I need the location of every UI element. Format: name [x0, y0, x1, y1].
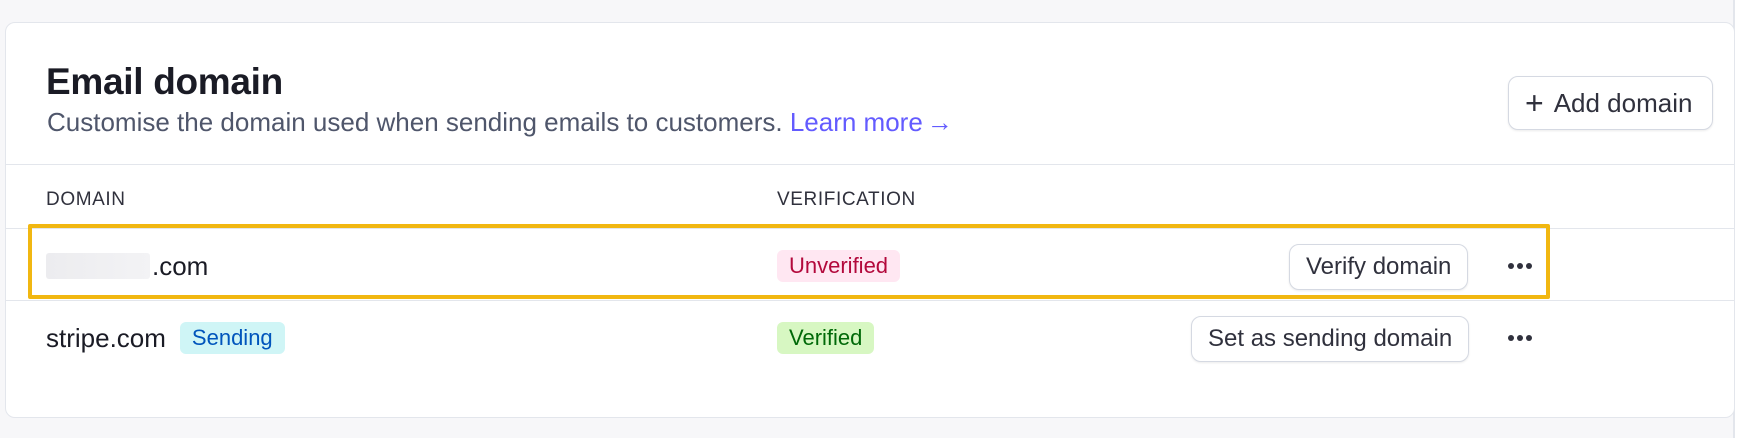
learn-more-link[interactable]: Learn more → [790, 107, 953, 137]
status-badge-sending: Sending [179, 322, 285, 354]
domain-cell: .com [46, 230, 208, 302]
verification-cell: Unverified [777, 230, 901, 302]
add-domain-button[interactable]: + Add domain [1508, 76, 1714, 130]
table-row: stripe.com Sending Verified Set as sendi… [6, 302, 1734, 374]
description-text: Customise the domain used when sending e… [47, 107, 783, 137]
plus-icon: + [1525, 85, 1544, 121]
table-header-divider [6, 228, 1734, 229]
verification-cell: Verified [777, 302, 875, 374]
arrow-right-icon: → [926, 107, 953, 137]
column-header-domain: DOMAIN [46, 189, 126, 210]
domain-name: .com [152, 250, 209, 281]
more-options-icon[interactable] [1502, 324, 1538, 352]
table-row: .com Unverified Verify domain [6, 230, 1734, 302]
learn-more-label: Learn more [789, 107, 923, 137]
domain-cell: stripe.com Sending [46, 302, 285, 374]
add-domain-label: Add domain [1553, 87, 1693, 118]
adjacent-panel-edge [1733, 0, 1754, 438]
card-header: Email domain Customise the domain used w… [6, 23, 1734, 183]
set-as-sending-domain-button[interactable]: Set as sending domain [1191, 316, 1470, 362]
status-badge-unverified: Unverified [777, 250, 901, 282]
status-badge-verified: Verified [777, 322, 875, 354]
domain-name: stripe.com [46, 322, 166, 353]
more-options-icon[interactable] [1502, 252, 1538, 280]
column-header-verification: VERIFICATION [777, 189, 916, 210]
section-title: Email domain [46, 61, 283, 102]
verify-domain-button[interactable]: Verify domain [1289, 244, 1469, 290]
header-divider [6, 164, 1734, 165]
redacted-domain-name [46, 253, 150, 279]
email-domain-card: Email domain Customise the domain used w… [5, 22, 1735, 418]
row-divider [6, 300, 1734, 301]
section-description: Customise the domain used when sending e… [47, 107, 953, 138]
